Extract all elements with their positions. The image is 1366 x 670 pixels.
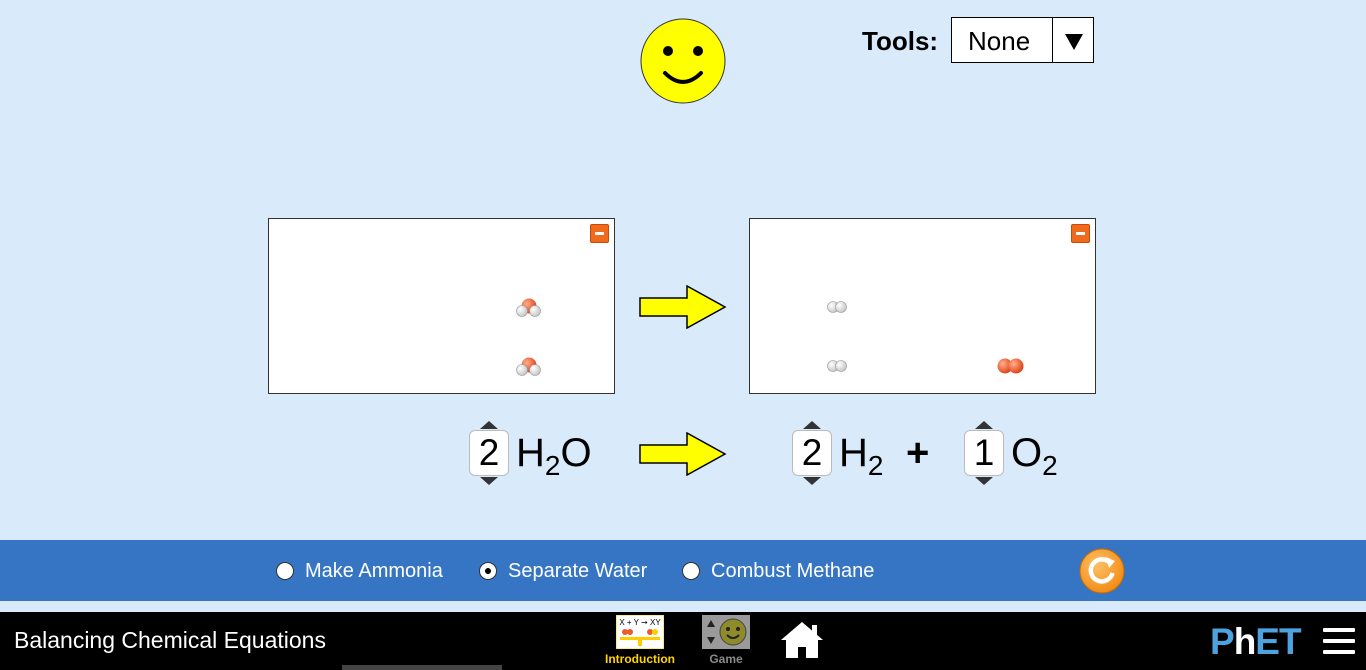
product-formula: H2 [839, 430, 883, 480]
radio-combust-methane[interactable]: Combust Methane [682, 559, 874, 583]
product-formula: O2 [1011, 430, 1058, 480]
increment-arrow-icon[interactable] [802, 420, 822, 430]
hydrogen-molecule-icon [827, 360, 847, 372]
game-screen-icon [702, 615, 750, 649]
plus-sign: + [906, 431, 930, 475]
icon-equation-text: X + Y ➞ XY [619, 618, 661, 627]
radio-button[interactable] [682, 562, 700, 580]
water-molecule-icon [516, 357, 541, 376]
hamburger-menu-icon[interactable] [1323, 628, 1355, 656]
nav-screen-game[interactable]: Game [686, 615, 766, 666]
nav-screen-introduction[interactable]: X + Y ➞ XY Introduction [600, 615, 680, 666]
tools-combo-divider [1052, 18, 1053, 62]
radio-separate-water[interactable]: Separate Water [479, 559, 647, 583]
smiley-face-icon [640, 18, 726, 104]
dropdown-triangle-icon[interactable] [1058, 23, 1090, 57]
formula-base: O [1011, 431, 1043, 475]
increment-arrow-icon[interactable] [479, 420, 499, 430]
formula-base: H [839, 431, 868, 475]
reactant-molecule-box [268, 218, 615, 394]
radio-label: Combust Methane [711, 559, 875, 582]
decrement-arrow-icon[interactable] [974, 476, 994, 486]
formula-subscript: 2 [544, 450, 561, 481]
collapse-box-button[interactable] [1071, 224, 1090, 243]
radio-button[interactable] [276, 562, 294, 580]
decrement-arrow-icon[interactable] [802, 476, 822, 486]
hydrogen-molecule-icon [827, 301, 847, 313]
product-coefficient-spinner[interactable]: 2 [790, 420, 834, 486]
equation-arrow-icon [639, 432, 727, 476]
product-molecule-box [749, 218, 1096, 394]
reactant-formula: H2O [516, 430, 592, 480]
phet-logo[interactable]: PhET [1210, 623, 1302, 661]
radio-label: Separate Water [508, 559, 648, 582]
decrement-arrow-icon[interactable] [479, 476, 499, 486]
sim-title: Balancing Chemical Equations [14, 627, 326, 653]
introduction-screen-icon: X + Y ➞ XY [616, 615, 664, 649]
product-coefficient-spinner[interactable]: 1 [962, 420, 1006, 486]
nav-scroll-indicator [342, 665, 502, 670]
oxygen-molecule-icon [997, 358, 1024, 374]
collapse-box-button[interactable] [590, 224, 609, 243]
reset-all-button[interactable] [1079, 548, 1125, 594]
coefficient-value: 1 [964, 430, 1004, 476]
water-molecule-icon [516, 298, 541, 317]
coefficient-value: 2 [469, 430, 509, 476]
radio-make-ammonia[interactable]: Make Ammonia [276, 559, 443, 583]
radio-label: Make Ammonia [305, 559, 443, 582]
radio-button-selected[interactable] [479, 562, 497, 580]
coefficient-value: 2 [792, 430, 832, 476]
formula-tail: O [560, 431, 592, 475]
increment-arrow-icon[interactable] [974, 420, 994, 430]
home-icon[interactable] [779, 620, 825, 660]
tools-combo-box[interactable]: None [951, 17, 1094, 63]
reactant-coefficient-spinner[interactable]: 2 [467, 420, 511, 486]
formula-subscript: 2 [1042, 450, 1058, 481]
phet-navigation-bar: Balancing Chemical Equations X + Y ➞ XY … [0, 612, 1366, 670]
reaction-control-bar: Make Ammonia Separate Water Combust Meth… [0, 540, 1366, 601]
tools-label: Tools: [862, 26, 939, 56]
reaction-arrow-icon [639, 285, 727, 329]
formula-subscript: 2 [867, 450, 884, 481]
formula-base: H [516, 431, 545, 475]
tools-selected-value: None [968, 26, 1031, 56]
nav-label-game: Game [709, 652, 743, 666]
nav-label-introduction: Introduction [605, 652, 675, 666]
